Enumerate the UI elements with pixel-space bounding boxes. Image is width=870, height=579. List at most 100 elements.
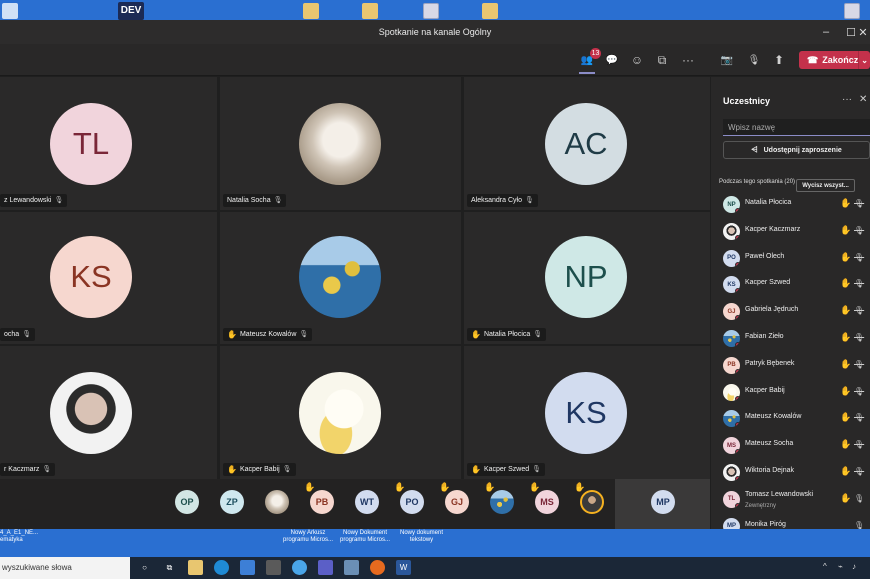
word-icon[interactable]: W xyxy=(396,560,411,575)
photos-icon[interactable] xyxy=(344,560,359,575)
section-header[interactable]: Podczas tego spotkania (20) xyxy=(719,178,799,186)
video-tile[interactable]: AC Aleksandra Cyło 🎙 xyxy=(464,77,710,210)
app-shortcut-icon[interactable] xyxy=(2,3,18,19)
participant-row[interactable]: PO Paweł Olech ✋ 🎙 xyxy=(723,249,870,269)
desktop-shortcut-label[interactable]: Nowy Dokument programu Micros... xyxy=(340,530,390,544)
participant-thumbnail[interactable]: OP xyxy=(175,490,199,514)
participant-row[interactable]: Mateusz Kowalów ✋ 🎙 xyxy=(723,409,870,429)
video-tile[interactable]: KS ocha 🎙 xyxy=(0,212,217,344)
mic-button[interactable]: 🎙 xyxy=(744,50,764,70)
folder-icon[interactable] xyxy=(303,3,319,19)
mic-off-icon[interactable]: 🎙 xyxy=(854,440,864,449)
file-explorer-icon[interactable] xyxy=(188,560,203,575)
dev-shortcut-icon[interactable]: DEV xyxy=(118,2,144,20)
participant-row[interactable]: PB Patryk Bębenek ✋ 🎙 xyxy=(723,356,870,376)
participant-avatar xyxy=(723,330,740,347)
more-actions-button[interactable]: ··· xyxy=(678,50,698,70)
participant-strip: OP ZP PB ✋ WT PO ✋ GJ ✋ ✋ MS ✋ ✋ MP xyxy=(0,479,710,529)
participant-thumbnail[interactable]: WT xyxy=(355,490,379,514)
share-invite-button[interactable]: ⩤ Udostępnij zaproszenie xyxy=(723,141,870,159)
participant-row[interactable]: Kacper Babij ✋ 🎙 xyxy=(723,383,870,403)
task-view-icon[interactable]: ⧉ xyxy=(162,560,177,575)
tray-chevron-icon[interactable]: ^ xyxy=(823,562,827,571)
network-icon[interactable]: ⌁ xyxy=(838,562,843,571)
mic-off-icon[interactable]: 🎙 xyxy=(854,279,864,288)
mic-off-icon[interactable]: 🎙 xyxy=(854,360,864,369)
video-tile[interactable]: KS ✋ Kacper Szwed 🎙 xyxy=(464,346,710,479)
mail-icon[interactable] xyxy=(240,560,255,575)
video-tile[interactable]: ✋ Kacper Babij 🎙 xyxy=(220,346,461,479)
participant-row[interactable]: Wiktoria Dejnak ✋ 🎙 xyxy=(723,463,870,483)
share-button[interactable]: ⬆ xyxy=(769,50,789,70)
share-link-icon: ⩤ xyxy=(751,145,758,154)
participant-name: Kacper Babij xyxy=(745,386,785,394)
desktop-shortcut-label[interactable]: 4_A_E1_NE... ematyka xyxy=(0,530,38,544)
close-icon[interactable]: ✕ xyxy=(856,20,870,44)
mic-off-icon[interactable]: 🎙 xyxy=(854,226,864,235)
browser-icon[interactable] xyxy=(292,560,307,575)
close-icon[interactable]: ✕ xyxy=(859,94,867,105)
raised-hand-icon: ✋ xyxy=(840,224,852,235)
folder-icon[interactable] xyxy=(362,3,378,19)
participant-row[interactable]: MS Mateusz Socha ✋ 🎙 xyxy=(723,436,870,456)
edge-icon[interactable] xyxy=(214,560,229,575)
mic-off-icon[interactable]: 🎙 xyxy=(854,333,864,342)
participant-thumbnail[interactable]: ZP xyxy=(220,490,244,514)
desktop-shortcut-label[interactable]: Nowy Arkusz programu Micros... xyxy=(283,530,333,544)
teams-icon[interactable] xyxy=(318,560,333,575)
participant-row[interactable]: Kacper Kaczmarz ✋ 🎙 xyxy=(723,222,870,242)
camera-button[interactable]: 📷 xyxy=(717,50,737,70)
video-tile[interactable]: TL z Lewandowski 🎙 xyxy=(0,77,217,210)
mic-off-icon[interactable]: 🎙 xyxy=(854,467,864,476)
taskbar-search-input[interactable]: wyszukiwane słowa xyxy=(0,557,130,579)
rooms-button[interactable]: ⧉ xyxy=(652,50,672,70)
participant-search-input[interactable] xyxy=(723,119,870,136)
video-tile[interactable]: NP ✋ Natalia Płocica 🎙 xyxy=(464,212,710,344)
participant-row[interactable]: Fabian Zieło ✋ 🎙 xyxy=(723,329,870,349)
participant-thumbnail[interactable]: PB xyxy=(310,490,334,514)
participant-thumbnail[interactable]: MS xyxy=(535,490,559,514)
mic-off-icon[interactable]: 🎙 xyxy=(854,387,864,396)
document-icon[interactable] xyxy=(844,3,860,19)
participant-thumbnail[interactable]: MP xyxy=(651,490,675,514)
participant-row[interactable]: GJ Gabriela Jędruch ✋ 🎙 xyxy=(723,302,870,322)
firefox-icon[interactable] xyxy=(370,560,385,575)
video-tile[interactable]: Natalia Socha 🎙 xyxy=(220,77,461,210)
folder-icon[interactable] xyxy=(482,3,498,19)
participant-row[interactable]: KS Kacper Szwed ✋ 🎙 xyxy=(723,275,870,295)
video-tile[interactable]: r Kaczmarz 🎙 xyxy=(0,346,217,479)
participant-row[interactable]: TL Tomasz Lewandowski Zewnętrzny ✋ 🎙 xyxy=(723,490,870,510)
store-icon[interactable] xyxy=(266,560,281,575)
participant-row[interactable]: NP Natalia Płocica ✋ 🎙 xyxy=(723,195,870,215)
desktop-shortcut-label[interactable]: Nowy dokument tekstowy xyxy=(400,530,443,544)
participant-name: z Lewandowski xyxy=(4,197,52,204)
mic-off-icon[interactable]: 🎙 xyxy=(854,199,864,208)
participant-thumbnail[interactable] xyxy=(265,490,289,514)
participants-button[interactable]: 👥 13 xyxy=(577,48,601,74)
chevron-down-icon[interactable]: ⌄ xyxy=(858,51,870,69)
mic-off-icon[interactable]: 🎙 xyxy=(854,306,864,315)
volume-icon[interactable]: ♪ xyxy=(852,562,856,571)
chat-button[interactable]: 💬 xyxy=(602,50,622,70)
mic-icon[interactable]: 🎙 xyxy=(854,494,864,503)
participant-thumbnail[interactable]: PO xyxy=(400,490,424,514)
document-icon[interactable] xyxy=(423,3,439,19)
mic-off-icon[interactable]: 🎙 xyxy=(854,413,864,422)
mic-icon: 🎙 xyxy=(747,54,761,66)
participant-thumbnail[interactable] xyxy=(490,490,514,514)
cortana-icon[interactable]: ○ xyxy=(137,560,152,575)
participant-nametag: ocha 🎙 xyxy=(0,328,36,341)
video-tile[interactable]: ✋ Mateusz Kowalów 🎙 xyxy=(220,212,461,344)
more-icon[interactable]: ··· xyxy=(842,94,852,105)
end-call-button[interactable]: ☎ Zakończ ⌄ xyxy=(799,51,870,69)
minimize-icon[interactable]: – xyxy=(813,20,839,44)
mic-off-icon[interactable]: 🎙 xyxy=(854,253,864,262)
participant-thumbnail[interactable] xyxy=(580,490,604,514)
mute-all-button[interactable]: Wycisz wszyst... xyxy=(796,179,855,192)
reactions-button[interactable]: ☺ xyxy=(627,50,647,70)
more-icon: ··· xyxy=(682,53,694,67)
participant-thumbnail[interactable]: GJ xyxy=(445,490,469,514)
raised-hand-icon: ✋ xyxy=(840,492,852,503)
mic-off-icon: 🎙 xyxy=(22,331,32,338)
raised-hand-icon: ✋ xyxy=(840,358,852,369)
